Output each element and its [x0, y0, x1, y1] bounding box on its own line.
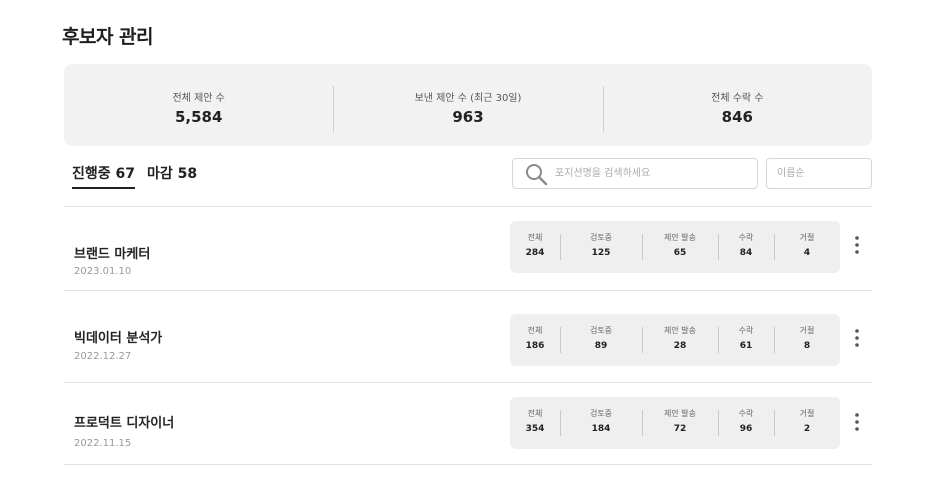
stat-label: 거절 — [799, 233, 815, 242]
stat-label: 전체 — [527, 233, 543, 242]
search-icon — [526, 163, 548, 185]
stat-accepted: 수락 61 — [718, 314, 774, 366]
stat-label: 전체 — [527, 326, 543, 335]
list-divider — [64, 464, 872, 465]
stat-label: 거절 — [799, 409, 815, 418]
position-title[interactable]: 브랜드 마케터 — [74, 243, 150, 262]
position-title[interactable]: 빅데이터 분석가 — [74, 327, 162, 346]
stat-reviewing: 검토중 184 — [560, 397, 642, 449]
stat-rejected: 거절 8 — [774, 314, 840, 366]
stat-label: 수락 — [738, 409, 754, 418]
page-title: 후보자 관리 — [62, 26, 154, 48]
summary-value: 846 — [721, 108, 753, 126]
summary-sent-offers: 보낸 제안 수 (최근 30일) 963 — [333, 64, 602, 146]
list-item: 프로덕트 디자이너 2022.11.15 전체 354 검토중 184 제안 발… — [64, 382, 872, 472]
stat-reviewing: 검토중 125 — [560, 221, 642, 273]
stat-offer-sent: 제안 발송 65 — [642, 221, 718, 273]
more-vertical-icon[interactable] — [850, 326, 864, 352]
stat-label: 검토중 — [589, 409, 613, 418]
stat-value: 125 — [591, 248, 611, 258]
stat-value: 354 — [525, 424, 545, 434]
stat-value: 8 — [803, 341, 811, 351]
search-box[interactable] — [512, 158, 758, 189]
stat-label: 검토중 — [589, 326, 613, 335]
summary-label: 전체 수락 수 — [711, 93, 764, 104]
stat-value: 186 — [525, 341, 545, 351]
position-stats: 전체 354 검토중 184 제안 발송 72 수락 96 거절 2 — [510, 397, 840, 449]
list-item: 빅데이터 분석가 2022.12.27 전체 186 검토중 89 제안 발송 … — [64, 290, 872, 380]
tab-closed[interactable]: 마감 58 — [147, 163, 197, 189]
stat-total: 전체 284 — [510, 221, 560, 273]
stat-accepted: 수락 84 — [718, 221, 774, 273]
stat-value: 28 — [673, 341, 687, 351]
search-input[interactable] — [553, 167, 757, 180]
position-title[interactable]: 프로덕트 디자이너 — [74, 412, 174, 431]
stat-value: 284 — [525, 248, 545, 258]
sort-select[interactable]: 이름순 — [766, 158, 872, 189]
position-date: 2022.12.27 — [74, 351, 132, 362]
stat-value: 84 — [739, 248, 753, 258]
stat-label: 전체 — [527, 409, 543, 418]
summary-label: 보낸 제안 수 (최근 30일) — [414, 93, 522, 104]
stat-value: 184 — [591, 424, 611, 434]
stat-offer-sent: 제안 발송 28 — [642, 314, 718, 366]
position-date: 2022.11.15 — [74, 438, 132, 449]
tab-in-progress[interactable]: 진행중 67 — [72, 163, 135, 189]
stat-value: 65 — [673, 248, 687, 258]
position-date: 2023.01.10 — [74, 266, 132, 277]
stat-label: 검토중 — [589, 233, 613, 242]
stat-value: 61 — [739, 341, 753, 351]
stat-rejected: 거절 2 — [774, 397, 840, 449]
summary-label: 전체 제안 수 — [172, 93, 225, 104]
stat-label: 거절 — [799, 326, 815, 335]
stat-reviewing: 검토중 89 — [560, 314, 642, 366]
summary-accepted: 전체 수락 수 846 — [602, 64, 872, 146]
stat-label: 제안 발송 — [664, 409, 696, 418]
stat-label: 수락 — [738, 326, 754, 335]
more-vertical-icon[interactable] — [850, 410, 864, 436]
stat-value: 89 — [594, 341, 608, 351]
summary-panel: 전체 제안 수 5,584 보낸 제안 수 (최근 30일) 963 전체 수락… — [64, 64, 872, 146]
status-tabs: 진행중 67 마감 58 — [72, 163, 197, 189]
stat-value: 96 — [739, 424, 753, 434]
stat-offer-sent: 제안 발송 72 — [642, 397, 718, 449]
stat-total: 전체 186 — [510, 314, 560, 366]
stat-value: 2 — [803, 424, 811, 434]
stat-rejected: 거절 4 — [774, 221, 840, 273]
stat-total: 전체 354 — [510, 397, 560, 449]
list-item: 브랜드 마케터 2023.01.10 전체 284 검토중 125 제안 발송 … — [64, 206, 872, 296]
stat-label: 제안 발송 — [664, 233, 696, 242]
stat-value: 4 — [803, 248, 811, 258]
position-stats: 전체 186 검토중 89 제안 발송 28 수락 61 거절 8 — [510, 314, 840, 366]
stat-label: 제안 발송 — [664, 326, 696, 335]
stat-label: 수락 — [738, 233, 754, 242]
summary-total-offers: 전체 제안 수 5,584 — [64, 64, 333, 146]
position-stats: 전체 284 검토중 125 제안 발송 65 수락 84 거절 4 — [510, 221, 840, 273]
summary-value: 5,584 — [174, 108, 223, 126]
summary-value: 963 — [452, 108, 484, 126]
more-vertical-icon[interactable] — [850, 233, 864, 259]
stat-value: 72 — [673, 424, 687, 434]
stat-accepted: 수락 96 — [718, 397, 774, 449]
